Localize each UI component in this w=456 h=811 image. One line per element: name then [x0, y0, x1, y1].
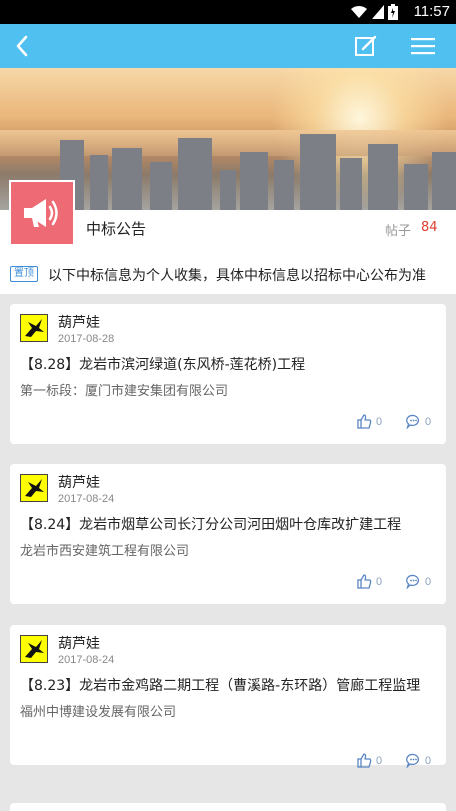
- megaphone-icon: [24, 199, 58, 227]
- post-count-label: 帖子: [385, 224, 412, 239]
- avatar[interactable]: [20, 314, 48, 342]
- comment-button[interactable]: 0: [406, 574, 431, 589]
- like-button[interactable]: 0: [357, 753, 382, 768]
- banner-building: [220, 170, 236, 210]
- like-button[interactable]: 0: [357, 574, 382, 589]
- back-arrow-icon[interactable]: [8, 30, 40, 62]
- post-summary: 龙岩市西安建筑工程有限公司: [20, 544, 190, 559]
- comment-count: 0: [425, 575, 432, 588]
- post-title[interactable]: 【8.28】龙岩市滨河绿道(东风桥-莲花桥)工程: [20, 354, 440, 374]
- post-title[interactable]: 【8.24】龙岩市烟草公司长汀分公司河田烟叶仓库改扩建工程: [20, 514, 440, 534]
- banner-building: [90, 155, 108, 210]
- thumbs-up-icon: [357, 753, 372, 768]
- bird-icon: [25, 479, 44, 497]
- bird-icon: [25, 319, 44, 337]
- wifi-icon: [351, 5, 367, 18]
- comment-icon: [406, 414, 420, 429]
- post-date: 2017-08-24: [58, 493, 115, 505]
- comment-button[interactable]: 0: [406, 753, 431, 768]
- banner-building: [274, 160, 294, 210]
- post-date: 2017-08-28: [58, 333, 115, 345]
- banner-building: [340, 158, 362, 210]
- pinned-notice[interactable]: 置顶 以下中标信息为个人收集，具体中标信息以招标中心公布为准: [0, 252, 456, 294]
- comment-icon: [406, 753, 420, 768]
- author-name[interactable]: 葫芦娃: [58, 312, 100, 332]
- post-card[interactable]: [10, 803, 446, 811]
- banner-building: [178, 138, 212, 210]
- comment-button[interactable]: 0: [406, 414, 431, 429]
- banner-building: [112, 148, 142, 210]
- banner-building: [240, 152, 268, 210]
- like-count: 0: [376, 754, 383, 767]
- forum-avatar: [9, 180, 75, 246]
- like-button[interactable]: 0: [357, 414, 382, 429]
- comment-count: 0: [425, 415, 432, 428]
- avatar[interactable]: [20, 474, 48, 502]
- pinned-text: 以下中标信息为个人收集，具体中标信息以招标中心公布为准: [48, 268, 426, 284]
- post-summary: 福州中博建设发展有限公司: [20, 705, 177, 720]
- thumbs-up-icon: [357, 414, 372, 429]
- avatar[interactable]: [20, 635, 48, 663]
- status-bar: 11:57: [0, 0, 456, 24]
- banner-building: [432, 152, 456, 210]
- banner-building: [368, 144, 398, 210]
- comment-icon: [406, 574, 420, 589]
- post-card[interactable]: 葫芦娃 2017-08-24 【8.24】龙岩市烟草公司长汀分公司河田烟叶仓库改…: [10, 464, 446, 604]
- post-date: 2017-08-24: [58, 654, 115, 666]
- menu-icon[interactable]: [408, 32, 438, 60]
- author-name[interactable]: 葫芦娃: [58, 633, 100, 653]
- bird-icon: [25, 640, 44, 658]
- banner-building: [404, 164, 428, 210]
- post-card[interactable]: 葫芦娃 2017-08-28 【8.28】龙岩市滨河绿道(东风桥-莲花桥)工程 …: [10, 304, 446, 444]
- status-icons: [350, 4, 398, 20]
- pinned-badge: 置顶: [10, 266, 38, 282]
- author-name[interactable]: 葫芦娃: [58, 472, 100, 492]
- post-title[interactable]: 【8.23】龙岩市金鸡路二期工程（曹溪路-东环路）管廊工程监理: [20, 675, 440, 695]
- like-count: 0: [376, 575, 383, 588]
- thumbs-up-icon: [357, 574, 372, 589]
- post-count: 84: [421, 220, 438, 235]
- battery-icon: [388, 4, 398, 20]
- banner-building: [150, 162, 172, 210]
- post-summary: 第一标段：厦门市建安集团有限公司: [20, 384, 229, 399]
- edit-icon[interactable]: [352, 32, 380, 60]
- banner-building: [300, 134, 336, 210]
- forum-title: 中标公告: [86, 220, 147, 238]
- app-bar: [0, 24, 456, 68]
- signal-icon: [372, 5, 384, 19]
- like-count: 0: [376, 415, 383, 428]
- post-card[interactable]: 葫芦娃 2017-08-24 【8.23】龙岩市金鸡路二期工程（曹溪路-东环路）…: [10, 625, 446, 768]
- comment-count: 0: [425, 754, 432, 767]
- clock: 11:57: [413, 3, 450, 20]
